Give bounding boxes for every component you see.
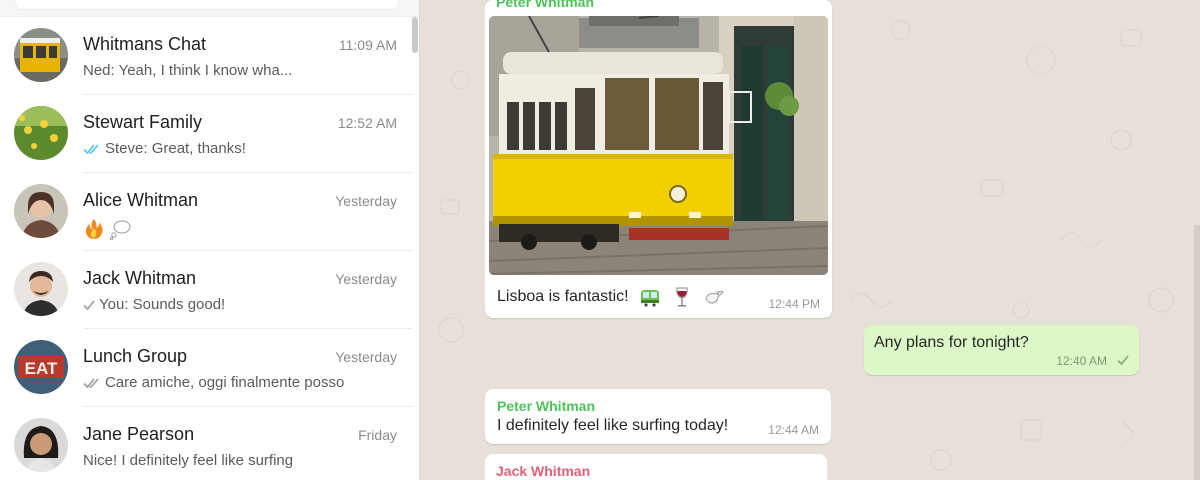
- chat-title: Stewart Family: [83, 112, 203, 132]
- chat-list-item[interactable]: Whitmans Chat 11:09 AM Ned: Yeah, I thin…: [0, 17, 412, 95]
- chat-list-sidebar: Whitmans Chat 11:09 AM Ned: Yeah, I thin…: [0, 0, 420, 480]
- chat-time: Yesterday: [335, 271, 397, 287]
- chat-title: Jack Whitman: [83, 268, 197, 288]
- chat-preview: Steve: Great, thanks!: [83, 140, 246, 157]
- tram-avatar-icon: [14, 28, 68, 82]
- photo-caption: Lisboa is fantastic!: [497, 286, 725, 308]
- svg-text:EAT: EAT: [25, 359, 58, 378]
- chat-preview-text: Nice! I definitely feel like surfing: [83, 452, 294, 469]
- photo-caption-text: Lisboa is fantastic!: [497, 288, 629, 305]
- message-sender: Peter Whitman: [497, 398, 596, 414]
- chat-time: Friday: [358, 427, 397, 443]
- thought-bubble-emoji-icon: [109, 218, 131, 240]
- single-check-icon: [1117, 354, 1129, 366]
- chat-list-item[interactable]: EAT Lunch Group Yesterday Care amiche, o…: [0, 329, 412, 407]
- tram-emoji-icon: [639, 286, 661, 308]
- fire-emoji-icon: [83, 218, 105, 240]
- conversation-pane: Peter Whitman Lisboa is fantastic! 12:44…: [421, 0, 1200, 480]
- chat-time: Yesterday: [335, 193, 397, 209]
- double-check-icon: [83, 377, 101, 389]
- incoming-photo-message[interactable]: Peter Whitman Lisboa is fantastic! 12:44…: [485, 0, 832, 318]
- chat-title: Jane Pearson: [83, 424, 195, 444]
- woman-avatar-icon: [14, 184, 68, 238]
- chat-time: 11:09 AM: [338, 37, 397, 53]
- chat-preview: You: Sounds good!: [83, 296, 225, 313]
- message-sender: Jack Whitman: [496, 463, 591, 479]
- double-check-read-icon: [83, 143, 101, 155]
- eat-sign-avatar-icon: EAT: [14, 340, 68, 394]
- chat-list-item[interactable]: Alice Whitman Yesterday: [0, 173, 412, 251]
- dove-emoji-icon: [703, 286, 725, 308]
- chat-title: Whitmans Chat: [83, 34, 207, 54]
- chat-preview-text: Ned: Yeah, I think I know wha...: [83, 62, 293, 79]
- chat-preview: Care amiche, oggi finalmente posso: [83, 374, 344, 391]
- woman2-avatar-icon: [14, 418, 68, 472]
- wine-glass-emoji-icon: [671, 286, 693, 308]
- message-sender: Peter Whitman: [496, 0, 595, 10]
- message-time: 12:40 AM: [1056, 354, 1107, 368]
- chat-preview: Nice! I definitely feel like surfing: [83, 452, 293, 469]
- yellow-tram-photo[interactable]: [489, 16, 828, 275]
- chat-list-item[interactable]: Stewart Family 12:52 AM Steve: Great, th…: [0, 95, 412, 173]
- flowers-avatar-icon: [14, 106, 68, 160]
- search-input[interactable]: [16, 0, 398, 9]
- chat-preview-text: Care amiche, oggi finalmente posso: [105, 374, 345, 391]
- chat-title: Lunch Group: [83, 346, 188, 366]
- message-text: I definitely feel like surfing today!: [497, 417, 729, 434]
- man-avatar-icon: [14, 262, 68, 316]
- search-bar: [0, 0, 419, 17]
- chat-title: Alice Whitman: [83, 190, 199, 210]
- conversation-scrollbar[interactable]: [1194, 225, 1200, 480]
- chat-preview-text: You: Sounds good!: [99, 296, 226, 313]
- outgoing-message[interactable]: Any plans for tonight? 12:40 AM: [864, 325, 1139, 375]
- chat-preview: [83, 218, 131, 240]
- chat-preview-text: Steve: Great, thanks!: [105, 140, 246, 157]
- message-text: Any plans for tonight?: [874, 334, 1029, 351]
- chat-preview: Ned: Yeah, I think I know wha...: [83, 62, 292, 79]
- chat-list-item[interactable]: Jack Whitman Yesterday You: Sounds good!: [0, 251, 412, 329]
- chat-list-item[interactable]: Jane Pearson Friday Nice! I definitely f…: [0, 407, 412, 480]
- message-time: 12:44 PM: [768, 297, 820, 311]
- message-time: 12:44 AM: [768, 423, 819, 437]
- sidebar-scrollbar[interactable]: [412, 17, 418, 53]
- chat-time: Yesterday: [335, 349, 397, 365]
- incoming-text-message[interactable]: Peter Whitman I definitely feel like sur…: [485, 389, 831, 444]
- single-check-icon: [83, 299, 95, 311]
- chat-time: 12:52 AM: [337, 115, 397, 131]
- incoming-message-partial[interactable]: Jack Whitman: [485, 454, 827, 480]
